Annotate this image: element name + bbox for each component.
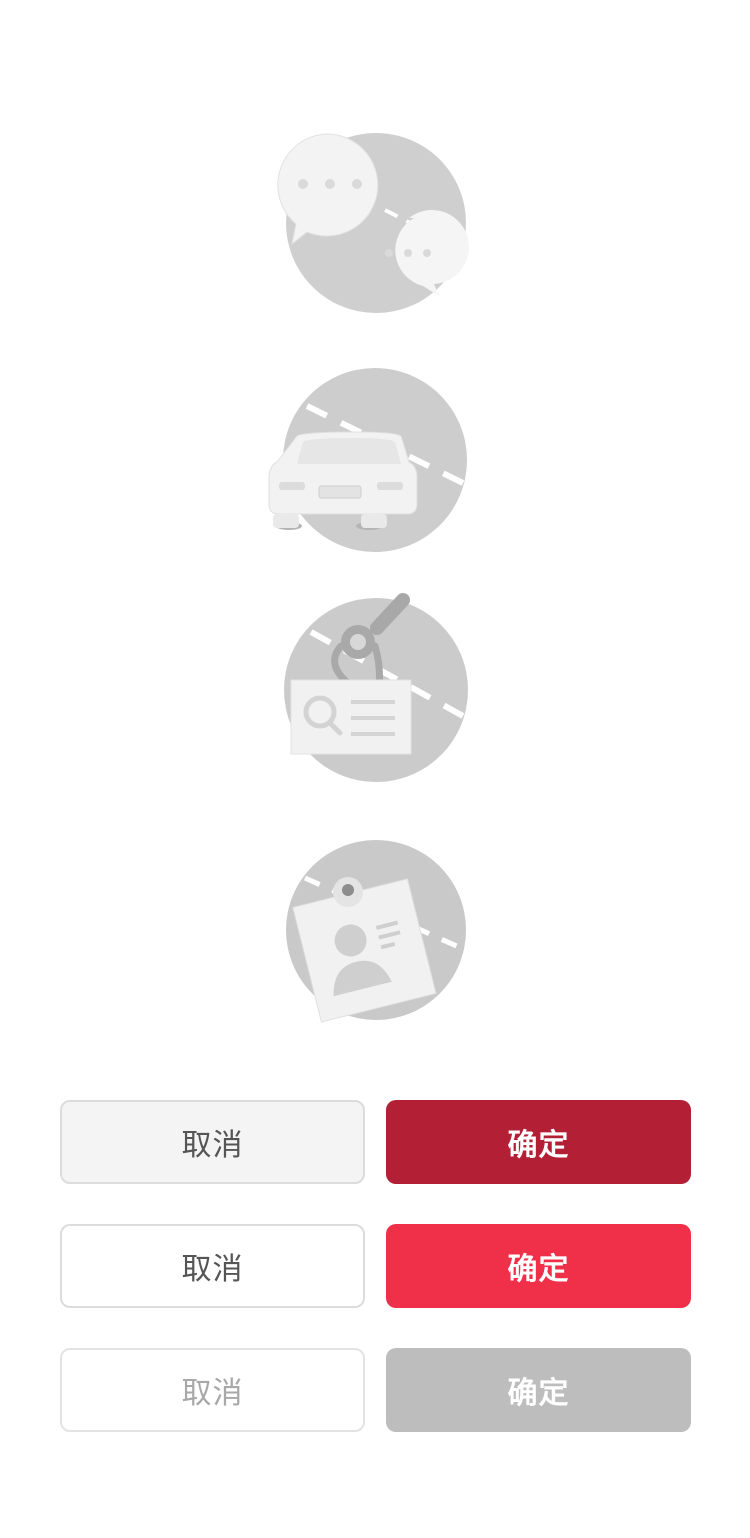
chat-bubbles-icon [277,133,469,313]
empty-state-showcase: 取消 确定 取消 确定 取消 确定 [0,0,750,1538]
cancel-button[interactable]: 取消 [60,1224,365,1308]
confirm-button[interactable]: 确定 [386,1100,691,1184]
search-card-icon [284,593,468,782]
id-card-icon [286,840,466,1023]
id-card-illustration [265,828,485,1028]
confirm-button-disabled[interactable]: 确定 [386,1348,691,1432]
confirm-button[interactable]: 确定 [386,1224,691,1308]
search-card-illustration [265,590,485,790]
car-icon [268,368,467,552]
cancel-button[interactable]: 取消 [60,1100,365,1184]
car-illustration [265,358,485,558]
cancel-button-disabled[interactable]: 取消 [60,1348,365,1432]
chat-bubbles-illustration [265,122,485,322]
